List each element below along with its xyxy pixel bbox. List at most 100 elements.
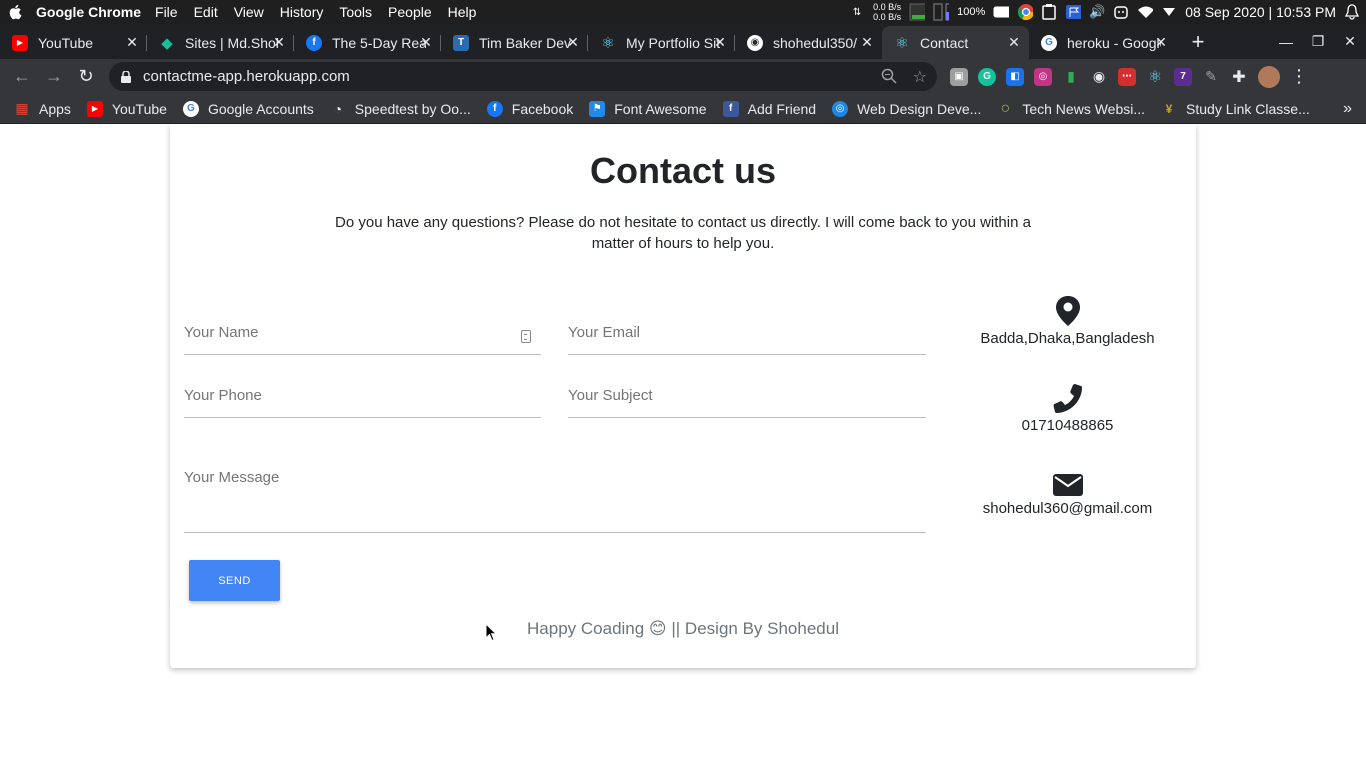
bookmark-add-friend[interactable]: f Add Friend	[722, 100, 816, 117]
extension-9-icon[interactable]: 7	[1174, 67, 1192, 86]
tab-tim-baker[interactable]: T Tim Baker Dev ✕	[441, 26, 588, 59]
chrome-icon[interactable]	[1017, 4, 1034, 21]
cpu-monitor-icon[interactable]	[909, 3, 926, 21]
map-marker-icon	[955, 296, 1180, 326]
extension-1-icon[interactable]: ▣	[950, 67, 968, 86]
instagram-icon[interactable]: ◎	[1034, 67, 1052, 86]
bookmark-speedtest[interactable]: ◔ Speedtest by Oo...	[330, 101, 471, 117]
chrome-menu-icon[interactable]: ⋮	[1290, 66, 1308, 87]
back-arrow-icon[interactable]: ←	[6, 61, 38, 93]
volume-icon[interactable]: 🔊	[1089, 4, 1105, 20]
url-text[interactable]: contactme-app.herokuapp.com	[143, 68, 350, 85]
reload-icon[interactable]: ↻	[70, 61, 102, 93]
autofill-contact-icon[interactable]	[521, 330, 531, 343]
profile-avatar[interactable]	[1258, 65, 1280, 88]
bookmark-google-accounts[interactable]: G Google Accounts	[182, 100, 314, 117]
close-tab-icon[interactable]: ✕	[1007, 35, 1021, 49]
send-button[interactable]: SEND	[189, 560, 280, 601]
address-info: Badda,Dhaka,Bangladesh	[955, 296, 1180, 347]
extension-10-icon[interactable]: ✎	[1202, 68, 1220, 86]
react-devtools-icon[interactable]: ⚛	[1146, 68, 1164, 86]
menu-tools[interactable]: Tools	[339, 4, 372, 20]
tab-title: The 5-Day React	[332, 34, 426, 51]
new-tab-button[interactable]: +	[1184, 28, 1212, 56]
extension-6-icon[interactable]: ◉	[1090, 68, 1108, 86]
dropdown-caret-icon[interactable]	[1161, 4, 1177, 20]
close-tab-icon[interactable]: ✕	[566, 35, 580, 49]
tab-github[interactable]: ◉ shohedul350/ ✕	[735, 26, 882, 59]
menu-view[interactable]: View	[234, 4, 264, 20]
tab-sites[interactable]: ◆ Sites | Md.Shohedul ✕	[147, 26, 294, 59]
tab-title: heroku - Google	[1067, 34, 1161, 51]
bookmark-facebook[interactable]: f Facebook	[486, 100, 573, 117]
close-tab-icon[interactable]: ✕	[713, 35, 727, 49]
bookmarks-overflow-icon[interactable]: »	[1343, 100, 1352, 118]
bookmark-label: Speedtest by Oo...	[354, 100, 471, 117]
battery-icon[interactable]	[993, 4, 1010, 20]
bookmark-apps[interactable]: ▦ Apps	[14, 100, 71, 117]
close-tab-icon[interactable]: ✕	[125, 35, 139, 49]
grammarly-icon[interactable]: G	[978, 67, 996, 86]
privacy-icon[interactable]	[1113, 4, 1129, 20]
extension-5-icon[interactable]: ▮	[1062, 68, 1080, 86]
tab-title: Sites | Md.Shohedul	[185, 34, 279, 51]
bookmark-font-awesome[interactable]: ⚑ Font Awesome	[589, 100, 707, 117]
subject-input[interactable]	[568, 387, 926, 404]
bookmark-tech-news[interactable]: ○ Tech News Websi...	[997, 100, 1146, 117]
tab-contact[interactable]: ⚛ Contact ✕	[882, 26, 1029, 59]
minimize-icon[interactable]: —	[1270, 24, 1302, 59]
menu-history[interactable]: History	[280, 4, 324, 20]
lock-icon[interactable]	[121, 70, 133, 83]
close-window-icon[interactable]: ✕	[1334, 24, 1366, 59]
bookmark-web-design[interactable]: ◎ Web Design Deve...	[832, 100, 982, 117]
battery-percent: 100%	[957, 6, 986, 18]
facebook-icon: f	[486, 100, 503, 117]
tab-title: YouTube	[38, 34, 94, 51]
menu-help[interactable]: Help	[448, 4, 477, 20]
bookmark-label: YouTube	[111, 100, 167, 117]
bookmark-youtube[interactable]: ▶ YouTube	[86, 100, 167, 117]
youtube-favicon-icon: ▶	[12, 34, 28, 51]
name-input[interactable]	[184, 324, 541, 341]
restore-icon[interactable]: ❐	[1302, 24, 1334, 59]
close-tab-icon[interactable]: ✕	[860, 35, 874, 49]
notification-bell-icon[interactable]	[1344, 4, 1360, 20]
bookmark-study-link[interactable]: ¥ Study Link Classe...	[1161, 101, 1310, 117]
web-design-icon: ◎	[832, 100, 849, 117]
tab-youtube[interactable]: ▶ YouTube ✕	[0, 26, 147, 59]
email-input[interactable]	[568, 324, 926, 341]
tab-heroku-google[interactable]: G heroku - Google ✕	[1029, 26, 1176, 59]
wifi-icon[interactable]	[1137, 4, 1154, 20]
net-down-speed: 0.0 B/s	[873, 12, 902, 22]
clock[interactable]: 08 Sep 2020 | 10:53 PM	[1185, 4, 1336, 20]
page-viewport: Contact us Do you have any questions? Pl…	[0, 124, 1366, 768]
phone-input[interactable]	[184, 387, 541, 404]
close-tab-icon[interactable]: ✕	[1154, 35, 1168, 49]
bookmark-label: Web Design Deve...	[857, 100, 982, 117]
bookmark-label: Apps	[39, 100, 71, 117]
menu-people[interactable]: People	[388, 4, 432, 20]
extensions-puzzle-icon[interactable]: ✚	[1230, 68, 1248, 86]
forward-arrow-icon[interactable]: →	[38, 61, 70, 93]
tab-5-day-react[interactable]: f The 5-Day React ✕	[294, 26, 441, 59]
footer-credit: Happy Coading 😊 || Design By Shohedul	[527, 619, 839, 638]
close-tab-icon[interactable]: ✕	[272, 35, 286, 49]
phone-info: 01710488865	[955, 383, 1180, 434]
app-menu-name[interactable]: Google Chrome	[36, 4, 141, 20]
bookmark-star-icon[interactable]: ☆	[913, 67, 927, 87]
menu-file[interactable]: File	[155, 4, 178, 20]
extension-3-icon[interactable]: ◧	[1006, 67, 1024, 86]
apple-icon[interactable]	[4, 4, 26, 20]
tab-portfolio[interactable]: ⚛ My Portfolio Site ✕	[588, 26, 735, 59]
message-textarea[interactable]	[184, 469, 926, 509]
close-tab-icon[interactable]: ✕	[419, 35, 433, 49]
zoom-icon[interactable]	[881, 68, 897, 88]
clipboard-icon[interactable]	[1041, 4, 1057, 20]
flag-icon[interactable]	[1065, 4, 1082, 20]
mouse-cursor-icon	[485, 622, 498, 647]
menu-edit[interactable]: Edit	[194, 4, 218, 20]
extension-7-icon[interactable]: ⋯	[1118, 67, 1136, 86]
memory-monitor-icon[interactable]	[933, 3, 950, 21]
status-tray: ⇅ 0.0 B/s 0.0 B/s 100% 🔊 08 Sep 2020 | 1…	[849, 0, 1360, 24]
address-bar[interactable]: contactme-app.herokuapp.com ☆	[109, 62, 937, 91]
